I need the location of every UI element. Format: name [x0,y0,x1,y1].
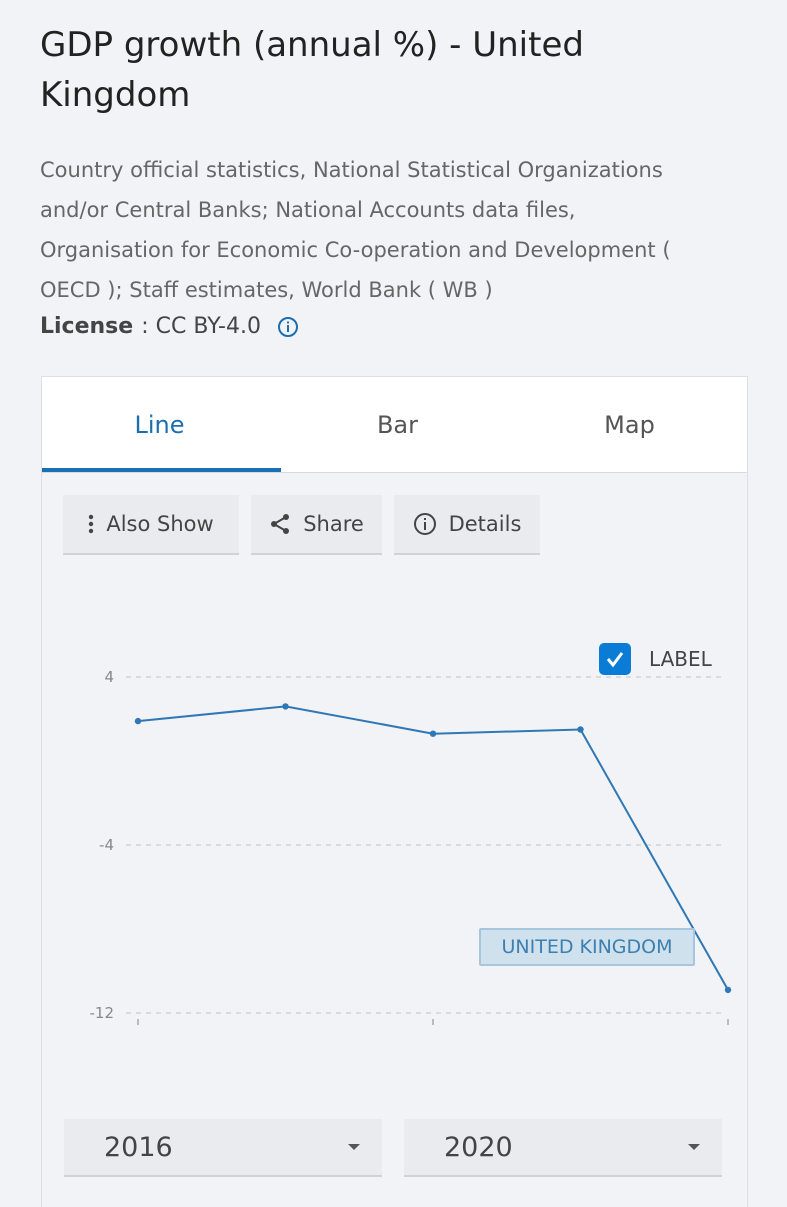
active-tab-indicator [42,468,281,472]
details-button[interactable]: Details [394,495,540,555]
license-value: : CC BY-4.0 [141,314,261,339]
source-line: and/or Central Banks; National Accounts … [40,198,576,222]
y-tick-label: -4 [99,836,114,854]
page-title: GDP growth (annual %) - United Kingdom [40,25,584,115]
start-year-value: 2016 [104,1131,173,1163]
more-vert-icon [88,514,94,534]
end-year-select[interactable]: 2020 [404,1119,722,1177]
source-line: OECD ); Staff estimates, World Bank ( WB… [40,278,493,302]
chart-card: Line Bar Map Also Show Share Details 4 -4… [41,376,748,1207]
data-point [724,986,732,994]
also-show-button[interactable]: Also Show [63,495,239,555]
chevron-down-icon [348,1144,360,1150]
chart-area: 4 -4 -12 [42,617,747,1041]
data-point [282,703,289,710]
end-year-value: 2020 [444,1131,513,1163]
also-show-label: Also Show [106,512,214,536]
share-label: Share [303,512,364,536]
share-button[interactable]: Share [251,495,382,555]
tab-line[interactable]: Line [42,377,277,472]
tab-map[interactable]: Map [512,377,747,472]
data-point [429,730,437,737]
label-toggle[interactable]: LABEL [599,643,712,675]
y-tick-label: 4 [104,668,114,686]
details-label: Details [448,512,522,536]
source-text: Country official statistics, National St… [40,150,740,310]
data-point [134,717,142,725]
source-line: Country official statistics, National St… [40,158,663,182]
license-label: License [40,314,134,339]
share-icon [269,513,291,535]
info-icon [413,512,437,536]
source-line: Organisation for Economic Co-operation a… [40,238,671,262]
y-tick-label: -12 [90,1004,115,1022]
series-label: UNITED KINGDOM [479,928,695,966]
chevron-down-icon [688,1144,700,1150]
data-point [577,726,584,733]
line-chart: 4 -4 -12 [90,668,732,1025]
info-icon[interactable] [277,316,299,338]
license: License : CC BY-4.0 [40,314,299,339]
label-toggle-text: LABEL [649,647,712,671]
tab-bar[interactable]: Bar [280,377,515,472]
chart-type-tabs: Line Bar Map [42,377,747,473]
checkbox-checked-icon[interactable] [599,643,631,675]
start-year-select[interactable]: 2016 [64,1119,382,1177]
